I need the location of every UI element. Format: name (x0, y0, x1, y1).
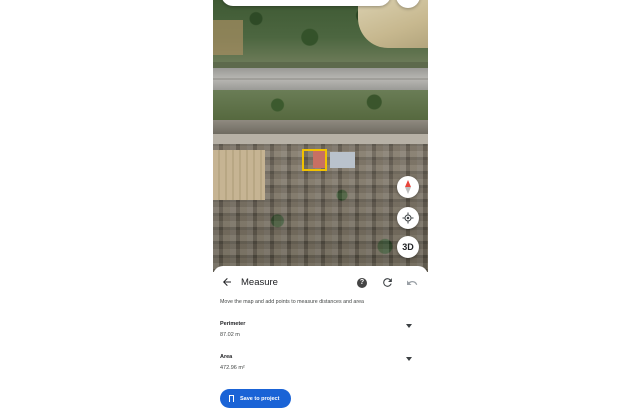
measured-area-outline[interactable] (302, 149, 327, 171)
chevron-down-icon[interactable] (406, 357, 412, 361)
perimeter-label: Perimeter (220, 321, 246, 327)
help-button[interactable]: ? (357, 278, 367, 288)
measure-sheet: Measure ? Move the map and add points to… (213, 266, 428, 410)
map-road (213, 134, 428, 144)
area-value: 472.96 m² (220, 365, 245, 371)
back-button[interactable] (221, 276, 235, 290)
satellite-map[interactable]: 3D (213, 0, 428, 272)
undo-button[interactable] (406, 276, 419, 289)
map-field (358, 0, 428, 48)
refresh-button[interactable] (381, 276, 394, 289)
save-to-project-button[interactable]: Save to project (220, 389, 291, 408)
map-building (330, 152, 355, 168)
arrow-back-icon (223, 278, 231, 286)
map-railway (213, 120, 428, 134)
undo-icon (407, 280, 418, 285)
measure-header: Measure ? (213, 276, 428, 292)
map-bare-ground (213, 20, 243, 55)
area-label: Area (220, 354, 233, 360)
measure-instructions: Move the map and add points to measure d… (220, 299, 364, 305)
area-row[interactable]: Area 472.96 m² (220, 354, 418, 374)
phone-screen: 3D Measure ? Move the map and add points… (213, 0, 428, 410)
map-sports-ground (213, 150, 265, 200)
my-location-icon (402, 212, 414, 224)
map-green-strip (213, 90, 428, 120)
three-d-button[interactable]: 3D (397, 236, 419, 258)
my-location-button[interactable] (397, 207, 419, 229)
map-highway (213, 68, 428, 90)
search-bar[interactable] (221, 0, 391, 6)
bookmark-icon (229, 395, 234, 403)
refresh-icon (383, 278, 392, 287)
chevron-down-icon[interactable] (406, 324, 412, 328)
compass-button[interactable] (397, 176, 419, 198)
save-to-project-label: Save to project (240, 395, 280, 402)
help-icon: ? (359, 279, 365, 286)
compass-icon (405, 180, 411, 194)
page-title: Measure (241, 277, 278, 288)
perimeter-row[interactable]: Perimeter 87.02 m (220, 321, 418, 341)
perimeter-value: 87.02 m (220, 332, 240, 338)
